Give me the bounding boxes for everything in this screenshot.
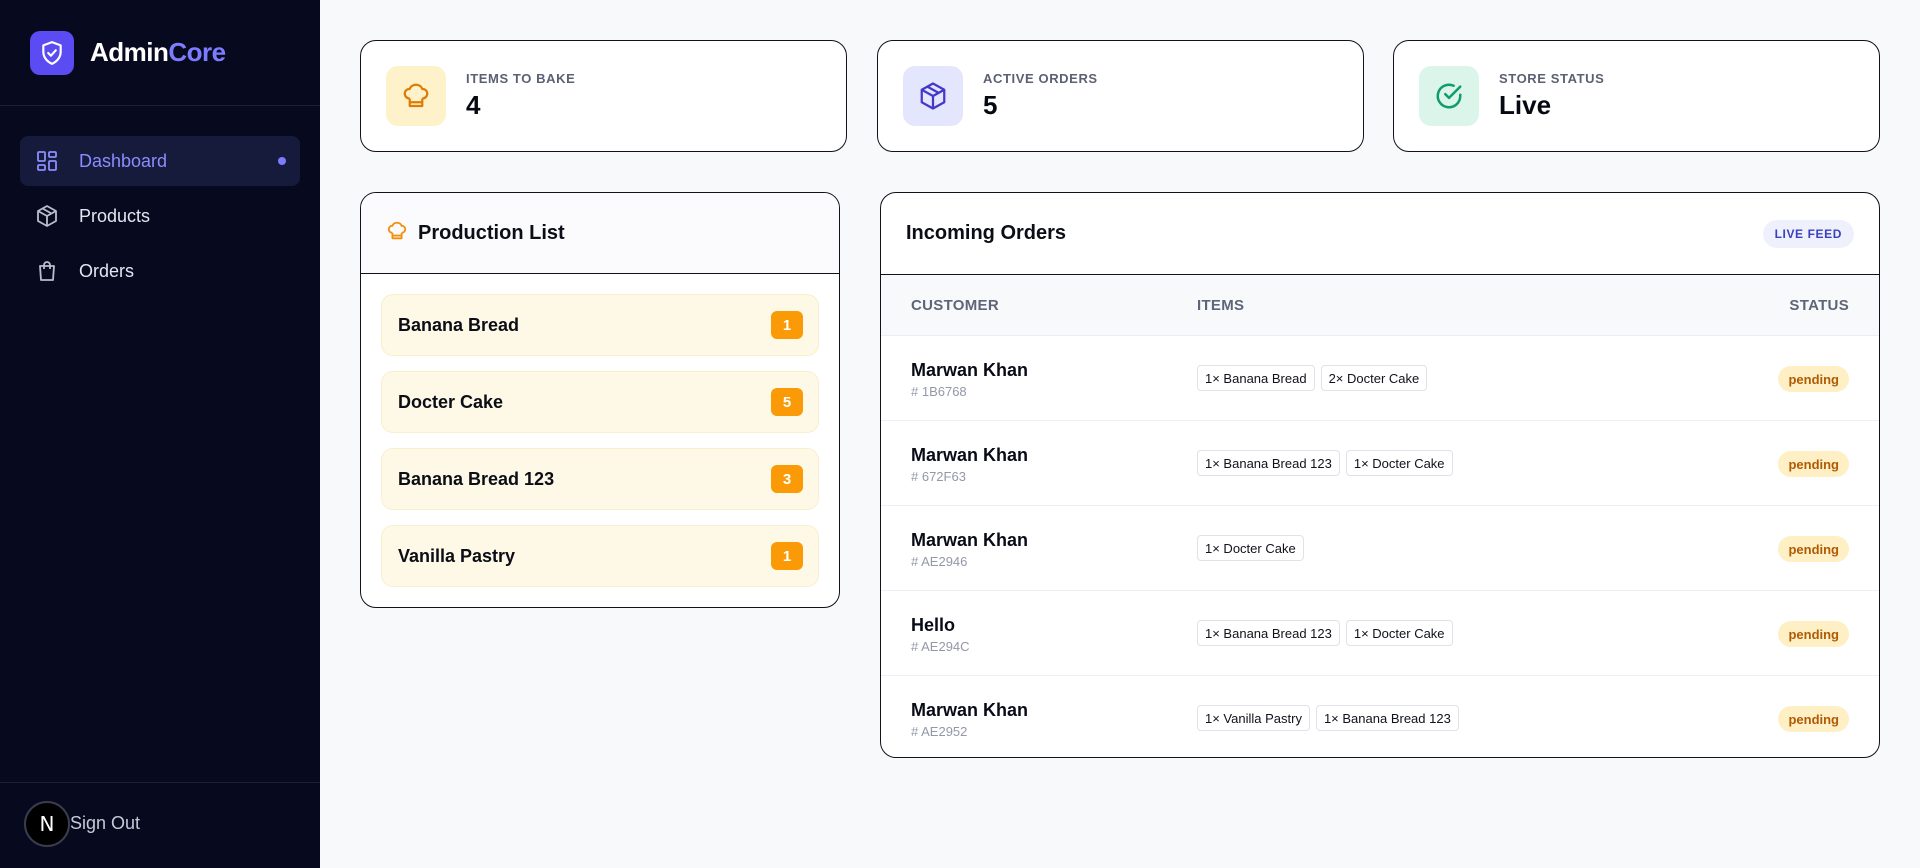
stat-value: 4 (466, 90, 481, 120)
sidebar: AdminCore Dashboard Products Orders N Si… (0, 0, 320, 868)
sidebar-item-label: Dashboard (79, 150, 168, 171)
sidebar-item-label: Orders (79, 260, 135, 281)
production-item-name: Banana Bread (398, 314, 520, 335)
order-items: 1× Banana Bread 2× Docter Cake (1197, 365, 1428, 391)
brand-name-part2: Core (168, 37, 226, 67)
order-id: # AE294C (911, 639, 970, 654)
order-items: 1× Docter Cake (1197, 535, 1304, 561)
item-chip: 1× Vanilla Pastry (1197, 705, 1310, 731)
stat-card-items-to-bake: ITEMS TO BAKE 4 (360, 40, 847, 152)
production-item-name: Vanilla Pastry (398, 545, 516, 566)
production-item[interactable]: Vanilla Pastry 1 (381, 525, 819, 587)
production-item-name: Banana Bread 123 (398, 468, 555, 489)
item-chip: 1× Docter Cake (1197, 535, 1304, 561)
dashboard-grid-icon (35, 149, 59, 173)
sidebar-nav: Dashboard Products Orders (0, 106, 320, 296)
sidebar-item-dashboard[interactable]: Dashboard (20, 136, 300, 186)
customer-name: Marwan Khan (911, 530, 1029, 550)
customer-name: Marwan Khan (911, 700, 1029, 720)
chef-hat-icon (386, 220, 408, 247)
customer-name: Hello (911, 615, 956, 635)
table-row[interactable]: Marwan Khan # AE2946 1× Docter Cake pend… (881, 506, 1879, 591)
order-id: # AE2946 (911, 554, 968, 569)
brand[interactable]: AdminCore (0, 0, 320, 106)
package-icon (903, 66, 963, 126)
status-badge: pending (1778, 706, 1849, 732)
production-list-header: Production List (361, 193, 839, 274)
shopping-bag-icon (35, 259, 59, 283)
production-item-count: 5 (771, 388, 803, 416)
box-icon (35, 204, 59, 228)
check-circle-icon (1419, 66, 1479, 126)
order-items: 1× Banana Bread 123 1× Docter Cake (1197, 450, 1453, 476)
column-header-items: ITEMS (1197, 296, 1245, 314)
column-header-customer: CUSTOMER (911, 296, 999, 314)
production-item-count: 3 (771, 465, 803, 493)
item-chip: 1× Banana Bread (1197, 365, 1315, 391)
customer-name: Marwan Khan (911, 360, 1029, 380)
brand-name: AdminCore (90, 37, 226, 68)
incoming-orders-card: Incoming Orders LIVE FEED CUSTOMER ITEMS… (880, 192, 1880, 758)
incoming-orders-header: Incoming Orders LIVE FEED (881, 193, 1879, 275)
stat-value: Live (1499, 90, 1552, 120)
production-list-card: Production List Banana Bread 1 Docter Ca… (360, 192, 840, 608)
production-item-name: Docter Cake (398, 391, 504, 412)
production-item[interactable]: Banana Bread 1 (381, 294, 819, 356)
customer-name: Marwan Khan (911, 445, 1029, 465)
production-list-items: Banana Bread 1 Docter Cake 5 Banana Brea… (361, 274, 839, 587)
production-item-count: 1 (771, 311, 803, 339)
sidebar-footer: N Sign Out (0, 782, 320, 868)
item-chip: 2× Docter Cake (1320, 365, 1428, 391)
live-feed-badge: LIVE FEED (1762, 219, 1854, 248)
sidebar-item-orders[interactable]: Orders (20, 246, 300, 296)
sidebar-item-products[interactable]: Products (20, 191, 300, 241)
active-indicator-dot (278, 157, 286, 165)
stat-label: STORE STATUS (1499, 71, 1605, 86)
sign-out-button[interactable]: Sign Out (70, 813, 140, 834)
status-badge: pending (1778, 451, 1849, 477)
production-item-count: 1 (771, 542, 803, 570)
status-badge: pending (1778, 536, 1849, 562)
table-row[interactable]: Hello # AE294C 1× Banana Bread 123 1× Do… (881, 591, 1879, 676)
orders-table-header: CUSTOMER ITEMS STATUS (881, 275, 1879, 336)
status-badge: pending (1778, 366, 1849, 392)
order-id: # 1B6768 (911, 384, 967, 399)
order-id: # 672F63 (911, 469, 966, 484)
incoming-orders-title: Incoming Orders (906, 222, 1067, 244)
order-id: # AE2952 (911, 724, 968, 739)
item-chip: 1× Banana Bread 123 (1197, 450, 1340, 476)
item-chip: 1× Banana Bread 123 (1197, 620, 1340, 646)
production-item[interactable]: Docter Cake 5 (381, 371, 819, 433)
order-items: 1× Banana Bread 123 1× Docter Cake (1197, 620, 1453, 646)
stat-label: ACTIVE ORDERS (983, 71, 1098, 86)
shield-check-icon (30, 30, 74, 75)
stat-card-active-orders: ACTIVE ORDERS 5 (877, 40, 1364, 152)
item-chip: 1× Docter Cake (1345, 450, 1453, 476)
item-chip: 1× Docter Cake (1345, 620, 1453, 646)
item-chip: 1× Banana Bread 123 (1315, 705, 1459, 731)
sidebar-item-label: Products (79, 205, 151, 226)
table-row[interactable]: Marwan Khan # 672F63 1× Banana Bread 123… (881, 421, 1879, 506)
table-row[interactable]: Marwan Khan # 1B6768 1× Banana Bread 2× … (881, 336, 1879, 421)
chef-hat-icon (386, 66, 446, 126)
status-badge: pending (1778, 621, 1849, 647)
column-header-status: STATUS (1789, 296, 1849, 314)
order-items: 1× Vanilla Pastry 1× Banana Bread 123 (1197, 705, 1459, 731)
table-row[interactable]: Marwan Khan # AE2952 1× Vanilla Pastry 1… (881, 676, 1879, 757)
stat-label: ITEMS TO BAKE (466, 71, 576, 86)
production-list-title: Production List (418, 221, 565, 244)
stat-value: 5 (983, 90, 998, 120)
brand-name-part1: Admin (90, 37, 169, 67)
production-item[interactable]: Banana Bread 123 3 (381, 448, 819, 510)
stat-card-store-status: STORE STATUS Live (1393, 40, 1880, 152)
avatar[interactable]: N (24, 801, 70, 847)
